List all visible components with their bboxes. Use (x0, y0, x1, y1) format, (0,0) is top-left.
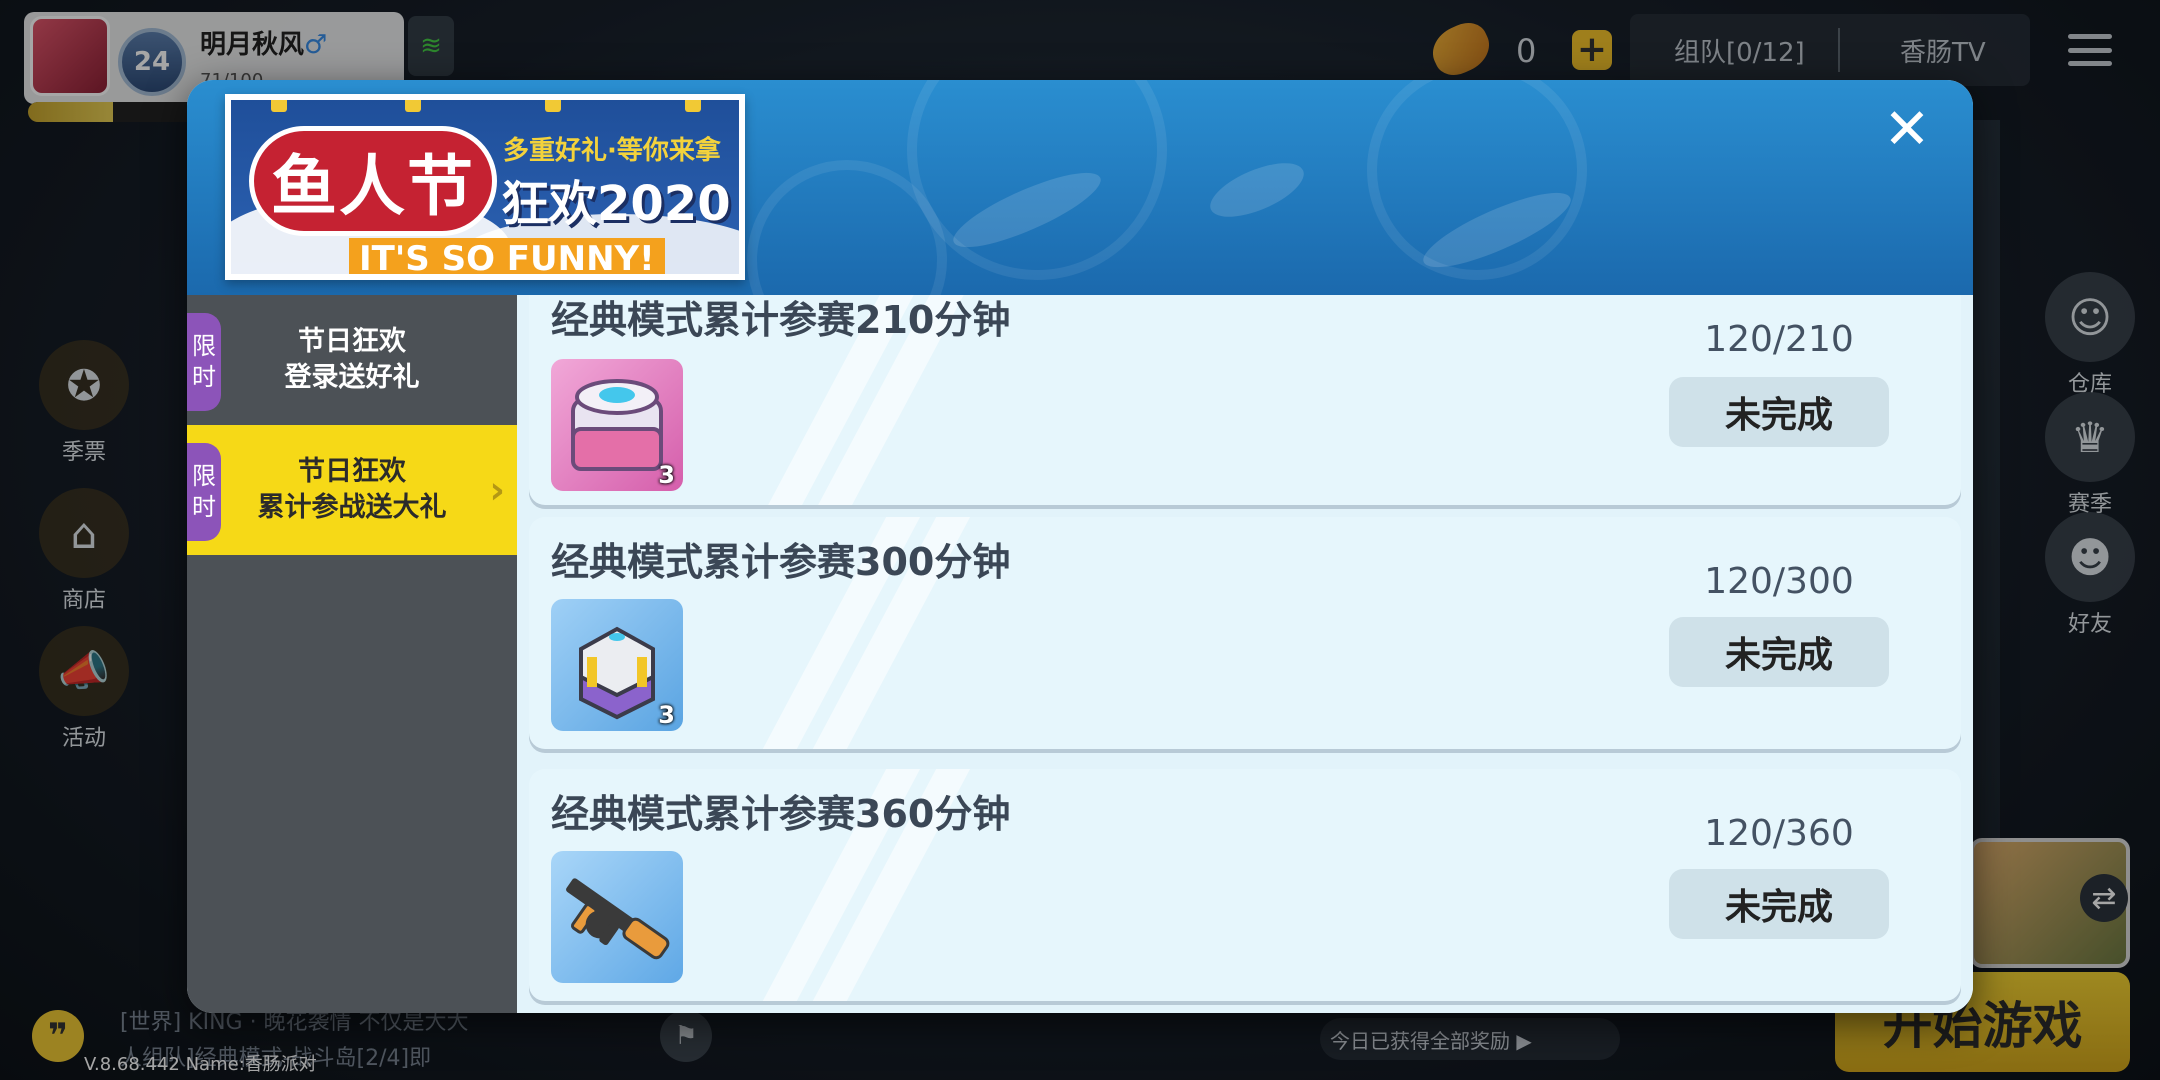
sidebar-item-label: 节日狂欢 累计参战送大礼 (258, 454, 447, 527)
task-status-button[interactable]: 未完成 (1669, 869, 1889, 939)
sidebar-item-line2: 累计参战送大礼 (257, 492, 447, 523)
event-sidebar: 限 时 节日狂欢 登录送好礼 限 时 节日狂欢 累计参战送大礼 › (187, 295, 517, 1013)
task-title: 经典模式累计参赛360分钟 (551, 792, 1011, 836)
fish-decoration (1203, 150, 1311, 230)
banner-pin (685, 100, 701, 112)
task-progress: 120/360 (1704, 813, 1854, 854)
task-title: 经典模式累计参赛300分钟 (551, 540, 1011, 584)
limited-tag-char: 时 (192, 493, 216, 521)
reward-item[interactable]: 3 (551, 599, 683, 731)
task-card: 经典模式累计参赛210分钟 3 120/210 未完成 (529, 295, 1961, 505)
task-card: 经典模式累计参赛360分钟 120/360 未完成 (529, 769, 1961, 1001)
reward-item[interactable] (551, 851, 683, 983)
banner-pin (545, 100, 561, 112)
banner-pin (405, 100, 421, 112)
banner-pin (271, 100, 287, 112)
modal-header: 鱼人节 多重好礼·等你来拿 狂欢2020 IT'S SO FUNNY! ✕ (187, 80, 1973, 295)
sidebar-item-login-gift[interactable]: 限 时 节日狂欢 登录送好礼 (187, 295, 517, 425)
chevron-right-icon: › (489, 468, 505, 512)
task-list[interactable]: 经典模式累计参赛210分钟 3 120/210 未完成 经典模式累计参赛300分… (517, 295, 1973, 1013)
limited-tag: 限 时 (187, 443, 221, 541)
limited-tag-char: 限 (192, 331, 216, 360)
task-card: 经典模式累计参赛300分钟 3 120/300 未完成 (529, 517, 1961, 749)
tommy-gun-icon (566, 878, 670, 960)
limited-tag-char: 时 (192, 363, 216, 391)
task-status-button[interactable]: 未完成 (1669, 617, 1889, 687)
task-progress: 120/210 (1704, 319, 1854, 360)
close-icon[interactable]: ✕ (1875, 98, 1939, 162)
banner-subtitle: 狂欢2020 (501, 176, 731, 232)
banner-title: 鱼人节 (271, 148, 475, 225)
banner-tagline: IT'S SO FUNNY! (349, 238, 665, 274)
task-title: 经典模式累计参赛210分钟 (551, 298, 1011, 342)
banner-slogan: 多重好礼·等你来拿 (503, 136, 721, 166)
limited-tag: 限 时 (187, 313, 221, 411)
task-status-button[interactable]: 未完成 (1669, 377, 1889, 447)
sidebar-item-line2: 登录送好礼 (284, 362, 420, 393)
reward-item[interactable]: 3 (551, 359, 683, 491)
sidebar-item-line1: 节日狂欢 (298, 455, 406, 487)
task-progress: 120/300 (1704, 561, 1854, 602)
limited-tag-char: 限 (192, 461, 216, 490)
event-banner: 鱼人节 多重好礼·等你来拿 狂欢2020 IT'S SO FUNNY! (225, 94, 745, 280)
event-modal: 鱼人节 多重好礼·等你来拿 狂欢2020 IT'S SO FUNNY! ✕ 限 … (187, 80, 1973, 1013)
banner-title-bubble: 鱼人节 (249, 126, 497, 236)
reward-count: 3 (658, 701, 675, 729)
sidebar-item-label: 节日狂欢 登录送好礼 (285, 324, 420, 397)
sidebar-item-battle-gift[interactable]: 限 时 节日狂欢 累计参战送大礼 › (187, 425, 517, 555)
sidebar-item-line1: 节日狂欢 (298, 325, 406, 357)
reward-count: 3 (658, 461, 675, 489)
